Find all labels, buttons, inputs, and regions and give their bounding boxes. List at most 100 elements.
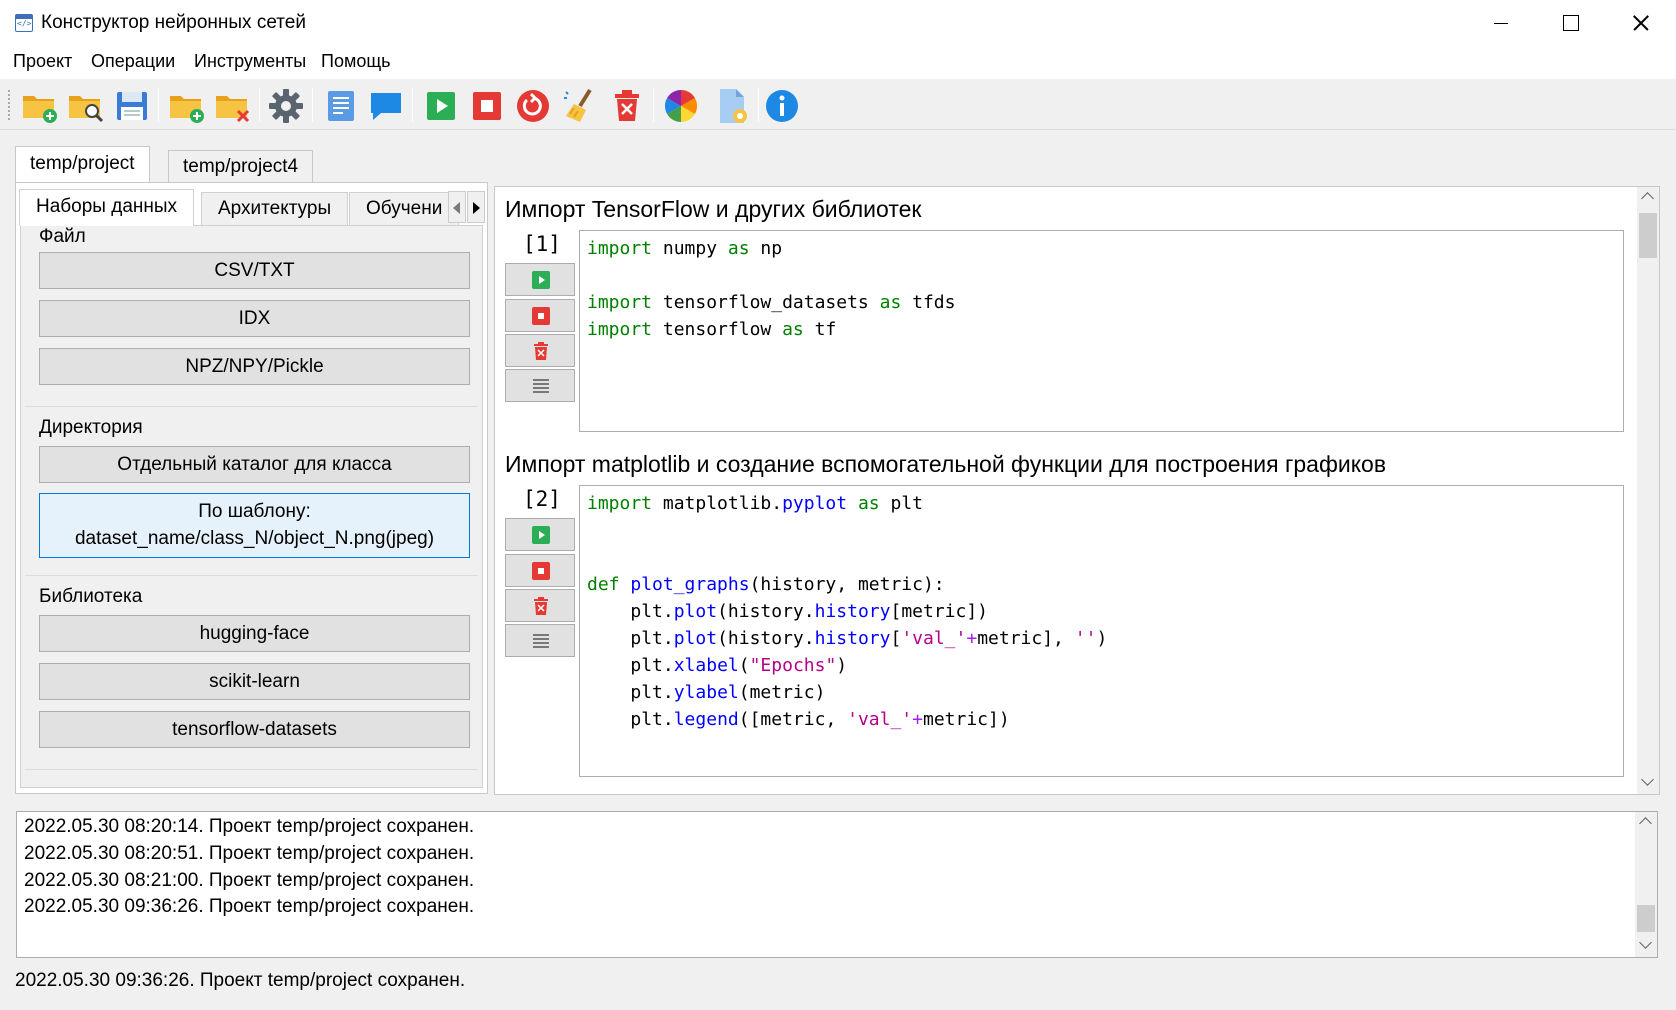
log-line: 2022.05.30 08:20:14. Проект temp/project…	[24, 816, 475, 837]
code-line: import numpy as np	[587, 238, 783, 259]
app-code-icon	[15, 14, 33, 32]
menu-project[interactable]: Проект	[13, 51, 72, 72]
log-line: 2022.05.30 09:36:26. Проект temp/project…	[24, 896, 475, 917]
scroll-thumb[interactable]	[1639, 213, 1657, 258]
cell-delete-button[interactable]	[505, 334, 575, 367]
cell-stop-button[interactable]	[505, 299, 575, 332]
datasets-panel: Наборы данных Архитектуры Обучени Файл C…	[15, 182, 488, 794]
tab-training[interactable]: Обучени	[349, 192, 459, 225]
menu-bar: Проект Операции Инструменты Помощь	[0, 47, 1676, 79]
notes-button[interactable]	[321, 86, 361, 126]
cell-run-button[interactable]	[505, 518, 575, 551]
npz-npy-pickle-button[interactable]: NPZ/NPY/Pickle	[39, 348, 470, 385]
open-project-button[interactable]	[66, 86, 106, 126]
delete-icon	[534, 342, 548, 360]
cell-output-button[interactable]	[505, 624, 575, 657]
info-icon	[766, 90, 798, 122]
toolbar-grip	[8, 90, 12, 120]
run-icon	[532, 526, 550, 544]
scroll-up-button[interactable]	[1635, 812, 1657, 834]
code-line: plt.plot(history.history['val_'+metric],…	[630, 628, 1108, 649]
tabs-scroll-right-button[interactable]	[467, 191, 485, 223]
settings-button[interactable]	[266, 86, 306, 126]
notebook-editor: Импорт TensorFlow и других библиотек [1]…	[494, 186, 1660, 795]
group-title-directory: Директория	[39, 417, 143, 438]
info-button[interactable]	[762, 86, 802, 126]
log-scrollbar[interactable]	[1635, 812, 1657, 957]
title-bar: Конструктор нейронных сетей	[0, 0, 1676, 47]
tabs-scroll-left-button[interactable]	[448, 191, 466, 223]
cell-output-button[interactable]	[505, 369, 575, 402]
cell-title: Импорт TensorFlow и других библиотек	[505, 196, 922, 222]
clear-button[interactable]	[560, 86, 600, 126]
remove-folder-button[interactable]	[213, 86, 253, 126]
add-folder-icon	[170, 96, 204, 123]
minimize-button[interactable]	[1465, 0, 1535, 47]
template-path-pattern: dataset_name/class_N/object_N.png(jpeg)	[74, 528, 435, 549]
idx-button[interactable]: IDX	[39, 300, 470, 337]
comment-icon	[371, 93, 401, 120]
stop-button[interactable]	[467, 86, 507, 126]
menu-tools[interactable]: Инструменты	[194, 51, 306, 72]
scroll-down-button[interactable]	[1637, 772, 1659, 794]
csv-txt-button[interactable]: CSV/TXT	[39, 252, 470, 289]
code-line: plt.legend([metric, 'val_'+metric])	[630, 709, 1010, 730]
separate-dir-per-class-button[interactable]: Отдельный каталог для класса	[39, 446, 470, 483]
tab-datasets[interactable]: Наборы данных	[19, 189, 195, 226]
status-bar-text: 2022.05.30 09:36:26. Проект temp/project…	[15, 970, 466, 991]
new-project-button[interactable]	[20, 86, 60, 126]
file-settings-button[interactable]	[712, 86, 752, 126]
code-line: import tensorflow as tf	[587, 319, 837, 340]
log-panel[interactable]: 2022.05.30 08:20:14. Проект temp/project…	[16, 811, 1658, 958]
stop-icon	[532, 307, 550, 325]
menu-help[interactable]: Помощь	[321, 51, 391, 72]
run-button[interactable]	[421, 86, 461, 126]
code-line: import matplotlib.pyplot as plt	[587, 493, 923, 514]
add-folder-button[interactable]	[167, 86, 207, 126]
file-settings-icon	[720, 89, 747, 123]
cell-stop-button[interactable]	[505, 554, 575, 587]
stop-icon	[473, 92, 501, 120]
log-line: 2022.05.30 08:21:00. Проект temp/project…	[24, 870, 475, 891]
cell-number: [2]	[523, 487, 561, 511]
hugging-face-button[interactable]: hugging-face	[39, 615, 470, 652]
delete-button[interactable]	[607, 86, 647, 126]
log-line: 2022.05.30 08:20:51. Проект temp/project…	[24, 843, 475, 864]
code-editor[interactable]: import matplotlib.pyplot as plt def plot…	[579, 485, 1624, 777]
run-icon	[427, 92, 455, 120]
color-wheel-button[interactable]	[661, 86, 701, 126]
scroll-up-button[interactable]	[1637, 187, 1659, 209]
template-path-button[interactable]: По шаблону: dataset_name/class_N/object_…	[39, 493, 470, 558]
code-line: plt.ylabel(metric)	[630, 682, 826, 703]
menu-operations[interactable]: Операции	[91, 51, 175, 72]
cell-number: [1]	[523, 232, 561, 256]
scikit-learn-button[interactable]: scikit-learn	[39, 663, 470, 700]
close-button[interactable]	[1605, 0, 1675, 47]
editor-scrollbar[interactable]	[1637, 187, 1659, 794]
scroll-thumb[interactable]	[1637, 905, 1655, 932]
cell-delete-button[interactable]	[505, 589, 575, 622]
group-title-file: Файл	[39, 226, 86, 247]
run-icon	[532, 271, 550, 289]
cell-run-button[interactable]	[505, 263, 575, 296]
lines-icon	[533, 634, 549, 648]
delete-icon	[615, 90, 639, 121]
save-icon	[117, 92, 147, 120]
group-divider	[25, 575, 478, 576]
code-editor[interactable]: import numpy as np import tensorflow_dat…	[579, 230, 1624, 432]
restart-icon	[517, 90, 549, 122]
tensorflow-datasets-button[interactable]: tensorflow-datasets	[39, 711, 470, 748]
open-project-icon	[69, 96, 104, 123]
scroll-down-button[interactable]	[1635, 935, 1657, 957]
group-divider	[25, 769, 478, 770]
tab-architectures[interactable]: Архитектуры	[201, 192, 349, 225]
comment-button[interactable]	[366, 86, 406, 126]
maximize-button[interactable]	[1535, 0, 1605, 47]
clear-icon	[564, 88, 592, 122]
window-title: Конструктор нейронных сетей	[41, 12, 306, 33]
save-button[interactable]	[112, 86, 152, 126]
tab-project[interactable]: temp/project	[15, 146, 150, 183]
restart-button[interactable]	[513, 86, 553, 126]
tab-project4[interactable]: temp/project4	[168, 150, 314, 182]
template-path-label: По шаблону:	[198, 501, 311, 522]
